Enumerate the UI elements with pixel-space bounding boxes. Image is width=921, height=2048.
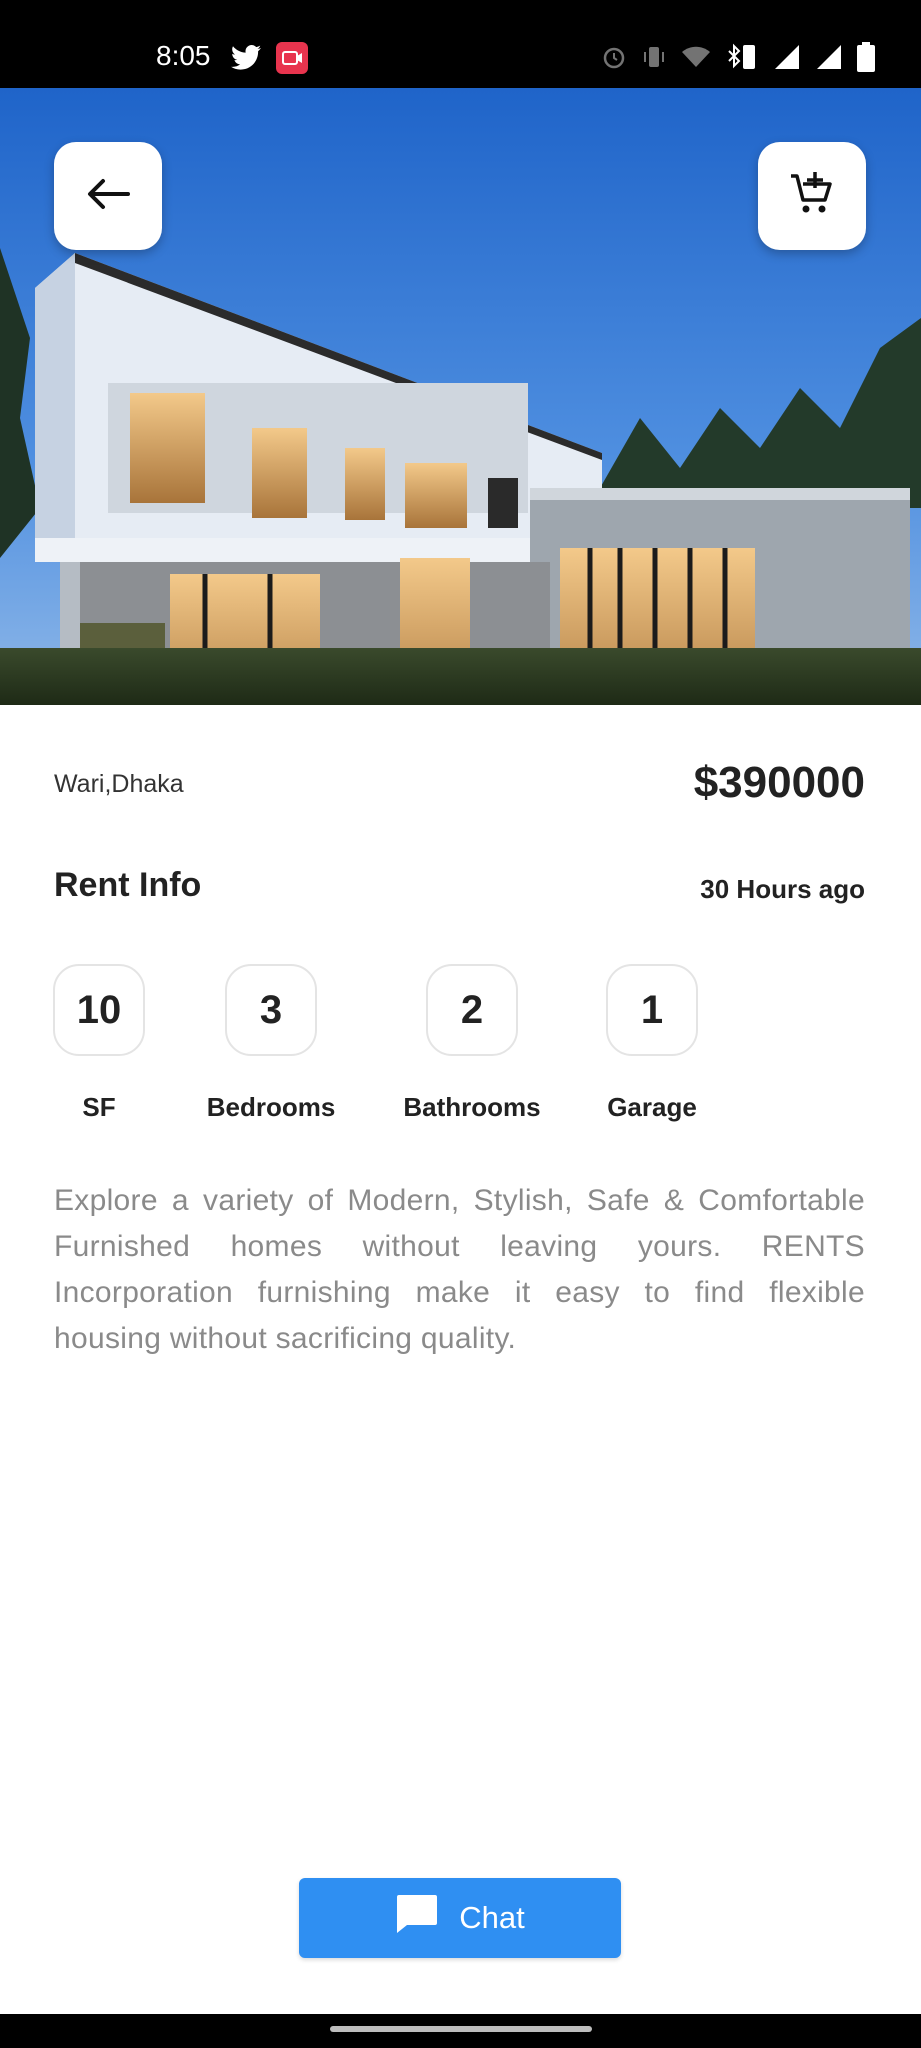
chat-button-label: Chat xyxy=(459,1900,525,1935)
feature-label: Garage xyxy=(607,1092,697,1122)
vibrate-icon xyxy=(641,44,667,75)
arrow-left-icon xyxy=(86,178,130,215)
battery-icon xyxy=(857,42,875,77)
status-left-icons xyxy=(230,42,308,79)
chat-bubble-icon xyxy=(395,1893,439,1943)
property-location: Wari,Dhaka xyxy=(54,770,184,798)
signal-icon xyxy=(815,43,843,76)
status-time: 8:05 xyxy=(156,40,211,71)
status-bar: 8:05 xyxy=(0,0,921,88)
screen-record-icon xyxy=(276,42,308,79)
feature-value: 10 xyxy=(53,964,145,1056)
feature-bedrooms: 3 Bedrooms xyxy=(186,964,356,1123)
signal-icon xyxy=(773,43,801,76)
feature-garage: 1 Garage xyxy=(567,964,737,1123)
wifi-icon xyxy=(681,45,711,74)
add-to-cart-icon xyxy=(788,170,836,223)
alarm-icon xyxy=(601,44,627,75)
feature-label: SF xyxy=(82,1092,116,1122)
feature-label: Bathrooms xyxy=(403,1092,541,1122)
bluetooth-icon xyxy=(725,43,759,76)
home-indicator[interactable] xyxy=(330,2026,592,2032)
add-to-cart-button[interactable] xyxy=(758,142,866,250)
feature-value: 1 xyxy=(606,964,698,1056)
twitter-icon xyxy=(230,44,262,77)
property-description: Explore a variety of Modern, Stylish, Sa… xyxy=(54,1184,865,1355)
feature-value: 3 xyxy=(225,964,317,1056)
chat-button[interactable]: Chat xyxy=(299,1878,621,1958)
rent-info-title: Rent Info xyxy=(54,866,202,904)
posted-time: 30 Hours ago xyxy=(700,874,865,904)
feature-label: Bedrooms xyxy=(206,1092,336,1122)
feature-sf: 10 SF xyxy=(14,964,184,1123)
property-price: $390000 xyxy=(693,758,865,807)
status-right-icons xyxy=(601,42,875,77)
feature-bathrooms: 2 Bathrooms xyxy=(387,964,557,1123)
back-button[interactable] xyxy=(54,142,162,250)
feature-value: 2 xyxy=(426,964,518,1056)
